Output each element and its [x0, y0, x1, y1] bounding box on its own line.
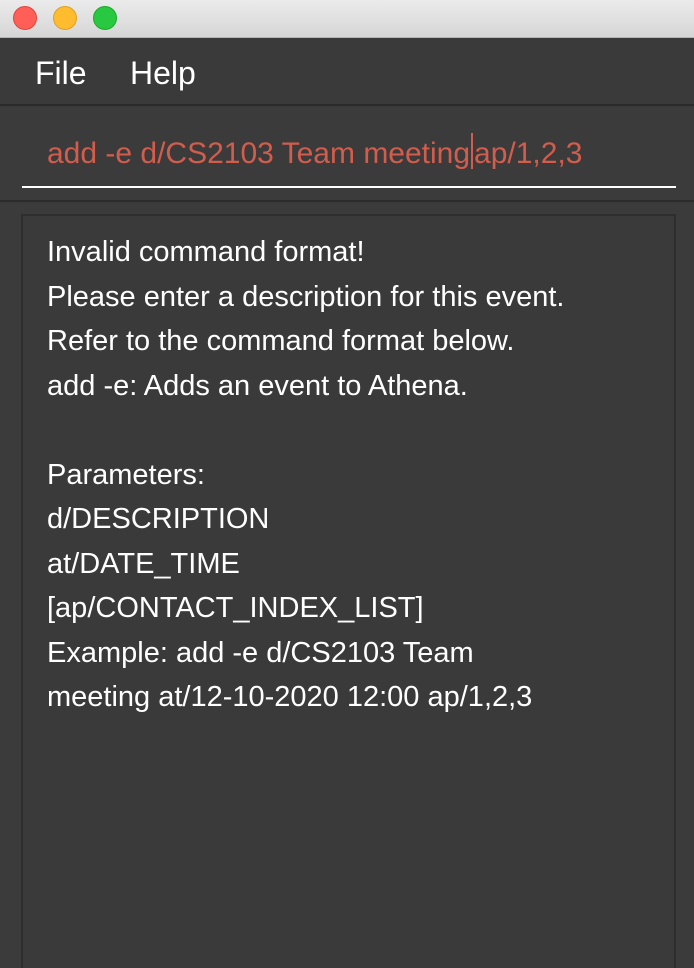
text-caret — [471, 133, 474, 169]
result-display[interactable]: Invalid command format! Please enter a d… — [21, 214, 676, 968]
command-text-before-caret: add -e d/CS2103 Team meeting — [47, 137, 471, 170]
result-line: at/DATE_TIME — [47, 547, 240, 580]
maximize-window-button[interactable] — [93, 6, 117, 30]
result-line: [ap/CONTACT_INDEX_LIST] — [47, 592, 424, 624]
command-box-area: add -e d/CS2103 Team meeting ap/1,2,3 — [0, 106, 694, 198]
result-line: Example: add -e d/CS2103 Team — [47, 636, 474, 669]
app-window: File Help add -e d/CS2103 Team meeting ap… — [0, 0, 694, 968]
result-line: Refer to the command format below. — [47, 325, 515, 357]
command-input[interactable]: add -e d/CS2103 Team meeting ap/1,2,3 — [22, 128, 676, 188]
result-line: Please enter a description for this even… — [47, 280, 565, 313]
result-line: d/DESCRIPTION — [47, 503, 270, 535]
result-line: Invalid command format! — [47, 236, 365, 268]
result-display-text: Invalid command format! Please enter a d… — [47, 230, 657, 720]
command-text-after-caret: ap/1,2,3 — [474, 137, 583, 170]
minimize-window-button[interactable] — [53, 6, 77, 30]
divider — [0, 200, 694, 202]
menu-help[interactable]: Help — [130, 53, 196, 93]
title-bar — [0, 0, 694, 38]
result-line: meeting at/12-10-2020 12:00 ap/1,2,3 — [47, 681, 533, 713]
close-window-button[interactable] — [13, 6, 37, 30]
result-line: add -e: Adds an event to Athena. — [47, 369, 468, 402]
menu-file[interactable]: File — [35, 53, 87, 93]
result-line: Parameters: — [47, 458, 205, 491]
menu-bar: File Help — [0, 38, 694, 106]
